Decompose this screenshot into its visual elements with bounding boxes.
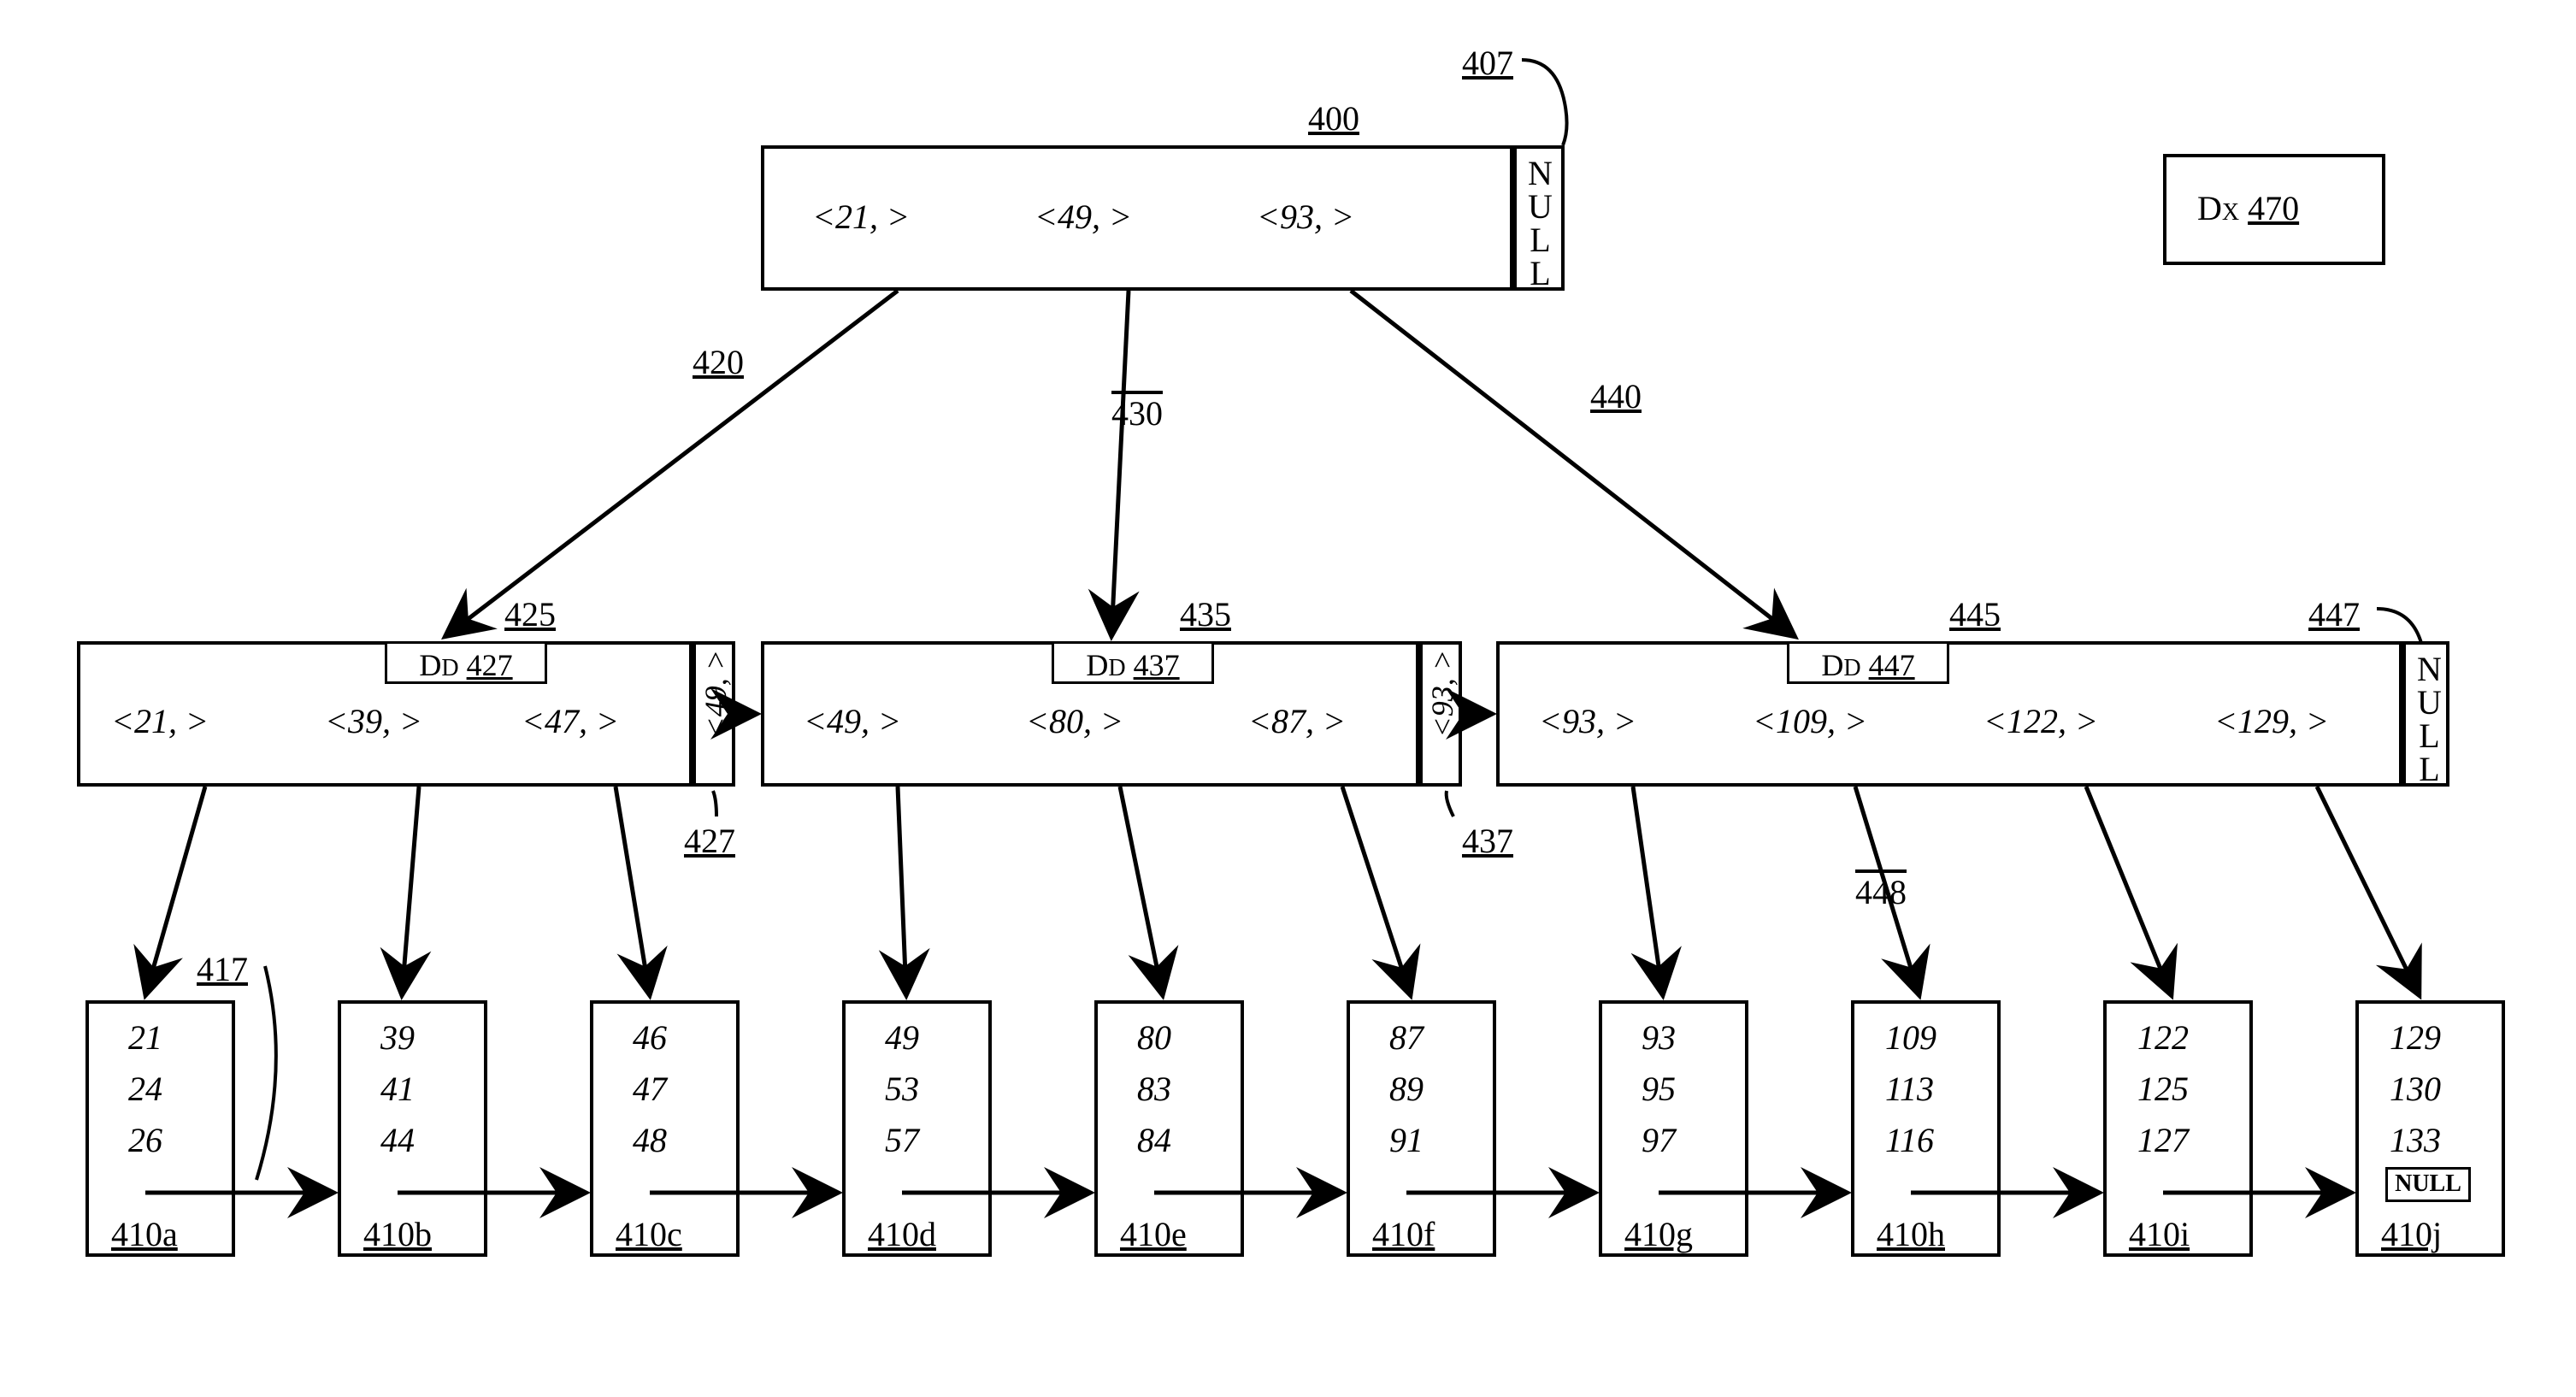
leaf-b-ref: 410b bbox=[363, 1214, 432, 1254]
leaf-f-v1: 89 bbox=[1389, 1069, 1424, 1109]
mid-425-key-2: <47, > bbox=[522, 701, 619, 741]
mid-435-sidekey: <93, > bbox=[1424, 650, 1460, 738]
edge-440: 440 bbox=[1590, 376, 1642, 416]
leaf-b-v0: 39 bbox=[380, 1017, 415, 1058]
mid-435-side-ref: 437 bbox=[1462, 821, 1513, 861]
edge-430: 430 bbox=[1111, 393, 1163, 433]
leaf-g-v0: 93 bbox=[1642, 1017, 1676, 1058]
leaf-a-ref: 410a bbox=[111, 1214, 178, 1254]
leaf-f-v0: 87 bbox=[1389, 1017, 1424, 1058]
mid-445-key-3: <129, > bbox=[2214, 701, 2329, 741]
mid-425-key-0: <21, > bbox=[111, 701, 209, 741]
leaf-h-v0: 109 bbox=[1885, 1017, 1936, 1058]
leaf-i-v0: 122 bbox=[2137, 1017, 2189, 1058]
leaf-j-v0: 129 bbox=[2390, 1017, 2441, 1058]
leaf-f-v2: 91 bbox=[1389, 1120, 1424, 1160]
leaf-i-v1: 125 bbox=[2137, 1069, 2189, 1109]
leaf-e-ref: 410e bbox=[1120, 1214, 1187, 1254]
leaf-a-v2: 26 bbox=[128, 1120, 162, 1160]
leaf-j-null: NULL bbox=[2385, 1167, 2471, 1202]
leaf-a-v0: 21 bbox=[128, 1017, 162, 1058]
leaf-g-v1: 95 bbox=[1642, 1069, 1676, 1109]
leaf-b-v2: 44 bbox=[380, 1120, 415, 1160]
mid-445-ref: 445 bbox=[1949, 594, 2001, 634]
leaf-j-ref: 410j bbox=[2381, 1214, 2442, 1254]
leaf-link-ref: 417 bbox=[197, 949, 248, 989]
leaf-c-v0: 46 bbox=[633, 1017, 667, 1058]
leaf-i-v2: 127 bbox=[2137, 1120, 2189, 1160]
leaf-g-ref: 410g bbox=[1624, 1214, 1693, 1254]
root-key-1: <49, > bbox=[1035, 197, 1132, 237]
leaf-h-v1: 113 bbox=[1885, 1069, 1934, 1109]
mid-425-key-1: <39, > bbox=[325, 701, 422, 741]
leaf-j-v1: 130 bbox=[2390, 1069, 2441, 1109]
mid-425-ref: 425 bbox=[504, 594, 556, 634]
root-ref: 400 bbox=[1308, 98, 1359, 139]
leaf-g-v2: 97 bbox=[1642, 1120, 1676, 1160]
leaf-f-ref: 410f bbox=[1372, 1214, 1435, 1254]
mid-445-key-0: <93, > bbox=[1539, 701, 1636, 741]
leaf-i-ref: 410i bbox=[2129, 1214, 2190, 1254]
mid-425-side-ref: 427 bbox=[684, 821, 735, 861]
mid-435-key-2: <87, > bbox=[1248, 701, 1346, 741]
mid-435-key-0: <49, > bbox=[804, 701, 901, 741]
leaf-c-ref: 410c bbox=[616, 1214, 682, 1254]
root-null-text: NULL bbox=[1520, 154, 1560, 287]
mid-445-null-text: NULL bbox=[2409, 650, 2449, 783]
mid-435-dd: DD 437 bbox=[1052, 641, 1214, 684]
leaf-a-v1: 24 bbox=[128, 1069, 162, 1109]
root-key-0: <21, > bbox=[812, 197, 910, 237]
mid-445-key-2: <122, > bbox=[1984, 701, 2098, 741]
leaf-d-v2: 57 bbox=[885, 1120, 919, 1160]
leaf-d-v0: 49 bbox=[885, 1017, 919, 1058]
leaf-c-v1: 47 bbox=[633, 1069, 667, 1109]
leaf-d-v1: 53 bbox=[885, 1069, 919, 1109]
edge-420: 420 bbox=[693, 342, 744, 382]
leaf-j-v2: 133 bbox=[2390, 1120, 2441, 1160]
mid-425-dd: DD 427 bbox=[385, 641, 547, 684]
mid-445-key-1: <109, > bbox=[1753, 701, 1867, 741]
leaf-d-ref: 410d bbox=[868, 1214, 936, 1254]
leaf-e-v1: 83 bbox=[1137, 1069, 1171, 1109]
leaf-h-ref: 410h bbox=[1877, 1214, 1945, 1254]
mid-435-key-1: <80, > bbox=[1026, 701, 1123, 741]
legend-text: DX 470 bbox=[2197, 188, 2299, 228]
mid-445-null-ref: 447 bbox=[2308, 594, 2360, 634]
leaf-b-v1: 41 bbox=[380, 1069, 415, 1109]
root-null-ref: 407 bbox=[1462, 43, 1513, 83]
mid-435-ref: 435 bbox=[1180, 594, 1231, 634]
mid-445-dd: DD 447 bbox=[1787, 641, 1949, 684]
mid-425-sidekey: <49, > bbox=[698, 650, 734, 738]
root-key-2: <93, > bbox=[1257, 197, 1354, 237]
leaf-e-v0: 80 bbox=[1137, 1017, 1171, 1058]
edge-448: 448 bbox=[1855, 872, 1907, 912]
leaf-h-v2: 116 bbox=[1885, 1120, 1934, 1160]
leaf-e-v2: 84 bbox=[1137, 1120, 1171, 1160]
leaf-c-v2: 48 bbox=[633, 1120, 667, 1160]
